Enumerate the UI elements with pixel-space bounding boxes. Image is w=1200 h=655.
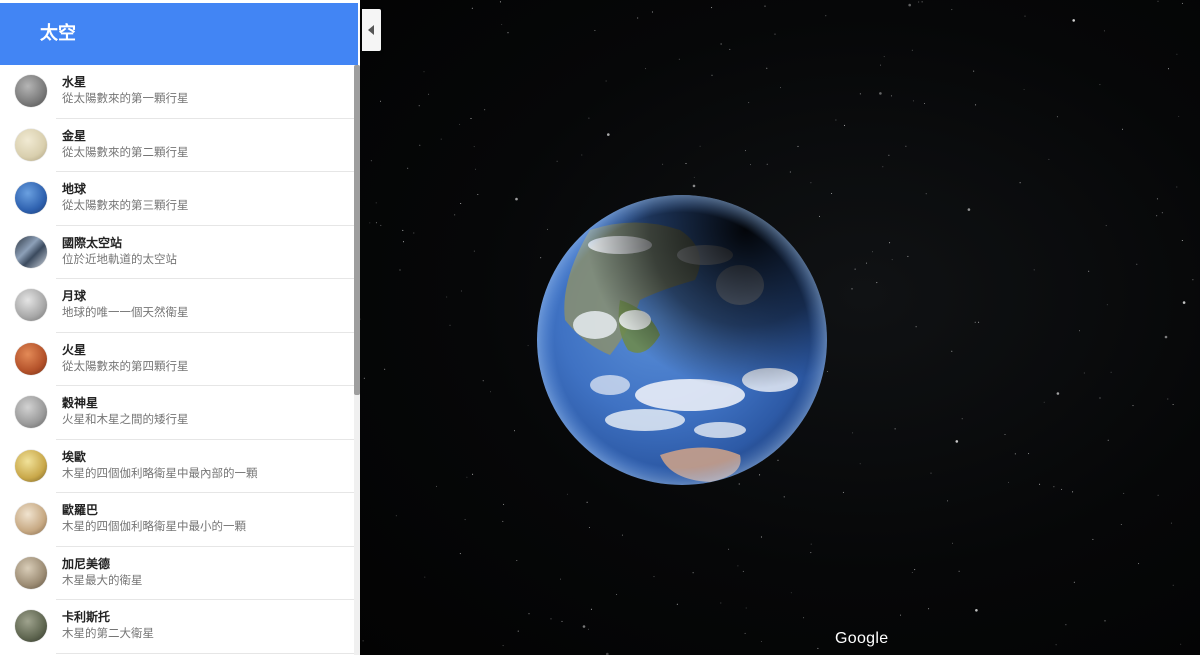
list-item[interactable]: 埃歐 木星的四個伽利略衛星中最內部的一顆 (0, 440, 354, 493)
mercury-icon (15, 75, 47, 107)
list-item-name: 歐羅巴 (62, 503, 99, 517)
list-item-name: 月球 (62, 289, 87, 303)
list-item-description: 木星的第二大衛星 (62, 626, 154, 640)
list-item-description: 地球的唯一一個天然衛星 (62, 305, 189, 319)
moon-icon (15, 289, 47, 321)
list-item[interactable]: 歐羅巴木星的四個伽利略衛星中最小的一顆 (0, 493, 354, 547)
chevron-left-icon (368, 25, 374, 35)
list-item-description: 火星和木星之間的矮行星 (62, 412, 189, 426)
list-item[interactable]: 穀神星火星和木星之間的矮行星 (0, 386, 354, 440)
list-item-description: 從太陽數來的第四顆行星 (62, 358, 189, 373)
earth-icon (15, 182, 47, 214)
ceres-icon (15, 396, 47, 428)
list-item[interactable]: 水星從太陽數來的第一顆行星 (0, 65, 354, 119)
list-item-name: 埃歐 (62, 449, 87, 464)
celestial-body-list: 水星 從太陽數來的第一顆行星 金星 從太陽數來的第二顆行星 地球 從太陽數來的第三顆行星國… (0, 65, 354, 655)
list-item-name: 加尼美德 (62, 556, 111, 571)
list-item[interactable]: 火星 從太陽數來的第四顆行星 (0, 333, 354, 386)
ganymede-icon (15, 556, 47, 589)
sidebar-header-title: 太空 (0, 3, 358, 65)
list-item-description: 木星的四個伽利略衛星中最小的一顆 (62, 519, 246, 533)
list-item-name: 地球 (62, 182, 87, 196)
europa-icon (15, 503, 47, 535)
list-divider (56, 652, 354, 654)
list-item-description: 從太陽數來的第一顆行星 (62, 91, 189, 105)
list-item-text: 穀神星火星和木星之間的矮行星 (62, 396, 346, 427)
list-item-text: 歐羅巴木星的四個伽利略衛星中最小的一顆 (62, 503, 346, 534)
list-item-text: 國際太空站 位於近地軌道的太空站 (62, 236, 346, 267)
sidebar-scrollbar[interactable] (354, 65, 360, 655)
list-item[interactable]: 月球地球的唯一一個天然衛星 (0, 279, 354, 333)
list-item-text: 地球從太陽數來的第三顆行星 (62, 182, 346, 213)
list-item-description: 從太陽數來的第三顆行星 (62, 198, 189, 212)
list-item-text: 火星 從太陽數來的第四顆行星 (62, 343, 346, 374)
callisto-icon (15, 610, 47, 642)
list-item-description: 位於近地軌道的太空站 (62, 251, 177, 266)
list-item-text: 金星 從太陽數來的第二顆行星 (62, 129, 346, 160)
list-item-text: 月球地球的唯一一個天然衛星 (62, 289, 346, 320)
earth-globe[interactable] (360, 0, 1200, 655)
io-icon (15, 449, 47, 482)
list-item[interactable]: 卡利斯托木星的第二大衛星 (0, 600, 354, 654)
list-item-name: 卡利斯托 (62, 610, 111, 624)
list-item-name: 火星 (62, 342, 87, 357)
list-item[interactable]: 加尼美德 木星最大的衛星 (0, 547, 354, 600)
scrollbar-thumb[interactable] (354, 65, 360, 395)
list-item-name: 國際太空站 (62, 235, 123, 250)
collapse-sidebar-button[interactable] (362, 9, 381, 51)
venus-icon (15, 128, 47, 161)
list-item-name: 金星 (62, 128, 87, 143)
space-station-icon (15, 235, 47, 268)
list-item[interactable]: 國際太空站 位於近地軌道的太空站 (0, 226, 354, 279)
sidebar: 太空 水星 從太陽數來的第一顆行星 金星 從太陽數來的第二顆行星 地球 從太陽數來的第三顆… (0, 0, 360, 655)
google-logo: Google (835, 630, 889, 647)
mars-icon (15, 342, 47, 375)
list-item-text: 加尼美德 木星最大的衛星 (62, 557, 346, 588)
list-item[interactable]: 地球從太陽數來的第三顆行星 (0, 172, 354, 226)
list-item-text: 水星從太陽數來的第一顆行星 (62, 75, 346, 106)
list-item-text: 卡利斯托木星的第二大衛星 (62, 610, 346, 641)
list-item-name: 穀神星 (62, 396, 99, 410)
list-item-name: 水星 (62, 75, 87, 89)
list-item[interactable]: 金星 從太陽數來的第二顆行星 (0, 119, 354, 172)
list-item-text: 埃歐 木星的四個伽利略衛星中最內部的一顆 (62, 450, 346, 481)
space-explorer-page: Google 太空 水星 從太陽數來的第一顆行星 金星 從太陽數來的第二顆行星 地球 從太… (0, 0, 1200, 655)
list-item-description: 木星的四個伽利略衛星中最內部的一顆 (62, 465, 258, 480)
list-item-description: 木星最大的衛星 (62, 572, 143, 587)
space-viewport[interactable]: Google (360, 0, 1200, 655)
list-item-description: 從太陽數來的第二顆行星 (62, 144, 189, 159)
